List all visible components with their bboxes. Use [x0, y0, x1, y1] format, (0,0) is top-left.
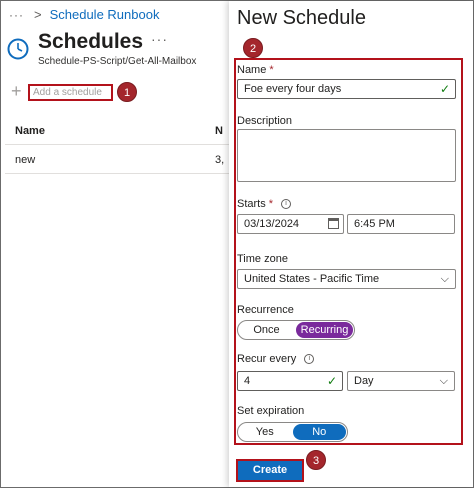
chevron-right-icon: > [34, 7, 42, 22]
table-row-name[interactable]: new [15, 154, 35, 166]
more-options-button[interactable]: ··· [151, 31, 168, 47]
clock-icon [7, 38, 29, 60]
timezone-select[interactable]: United States - Pacific Time ⌵ [237, 269, 456, 289]
starts-label-text: Starts [237, 198, 266, 210]
required-marker: * [269, 64, 274, 76]
required-marker: * [268, 198, 274, 210]
new-schedule-panel: New Schedule 2 Name * Foe every four day… [229, 1, 473, 487]
recur-every-label: Recur every i [237, 353, 315, 365]
add-schedule-button[interactable]: Add a schedule [28, 84, 113, 101]
start-time-input[interactable]: 6:45 PM [347, 214, 455, 234]
step-badge-2: 2 [243, 38, 263, 58]
schedules-pane: ··· > Schedule Runbook Schedules ··· Sch… [1, 1, 229, 487]
recurrence-label: Recurrence [237, 304, 294, 316]
breadcrumb: ··· > Schedule Runbook [9, 7, 159, 22]
recur-unit-select[interactable]: Day ⌵ [347, 371, 455, 391]
schedule-form: Name * Foe every four days ✓ Description… [234, 58, 463, 445]
page-title: Schedules [38, 30, 144, 53]
description-label: Description [237, 115, 293, 127]
expiration-toggle[interactable]: Yes No [237, 422, 348, 442]
name-label: Name * [237, 64, 274, 76]
recur-unit-value: Day [354, 375, 374, 387]
chevron-down-icon: ⌵ [440, 273, 449, 285]
info-icon[interactable]: i [281, 199, 292, 210]
timezone-label: Time zone [237, 253, 288, 265]
table-row-next: 3, [215, 154, 225, 166]
recur-every-value: 4 [244, 375, 251, 387]
calendar-icon[interactable] [328, 218, 339, 229]
expiration-yes-option[interactable]: Yes [238, 423, 292, 441]
recurrence-recurring-option[interactable]: Recurring [296, 322, 353, 338]
recur-every-label-text: Recur every [237, 353, 297, 365]
starts-label: Starts * i [237, 198, 292, 210]
page-subtitle: Schedule-PS-Script/Get-All-Mailbox [38, 56, 197, 67]
table-row-divider [5, 173, 229, 174]
breadcrumb-link-schedule-runbook[interactable]: Schedule Runbook [50, 7, 160, 22]
panel-title: New Schedule [237, 7, 366, 29]
recur-every-input[interactable]: 4 ✓ [237, 371, 343, 391]
start-date-value: 03/13/2024 [244, 218, 300, 230]
name-input[interactable]: Foe every four days ✓ [237, 79, 456, 99]
name-label-text: Name [237, 64, 267, 76]
description-textarea[interactable] [237, 129, 456, 182]
column-header-name[interactable]: Name [15, 125, 45, 137]
plus-icon: + [11, 81, 22, 101]
checkmark-icon: ✓ [439, 82, 450, 96]
breadcrumb-more-button[interactable]: ··· [9, 8, 24, 22]
expiration-no-option[interactable]: No [292, 424, 346, 440]
timezone-value: United States - Pacific Time [244, 273, 380, 285]
table-header-divider [5, 144, 229, 145]
set-expiration-label: Set expiration [237, 405, 305, 417]
recurrence-once-option[interactable]: Once [238, 321, 295, 339]
step-badge-3: 3 [306, 450, 326, 470]
start-date-input[interactable]: 03/13/2024 [237, 214, 344, 234]
chevron-down-icon: ⌵ [439, 375, 448, 387]
create-button[interactable]: Create [236, 459, 304, 482]
start-time-value: 6:45 PM [354, 218, 395, 230]
recurrence-toggle[interactable]: Once Recurring [237, 320, 355, 340]
checkmark-icon: ✓ [326, 374, 337, 388]
info-icon[interactable]: i [304, 354, 315, 365]
step-badge-1: 1 [117, 82, 137, 102]
name-input-value: Foe every four days [244, 83, 342, 95]
column-header-next[interactable]: N [215, 125, 223, 137]
